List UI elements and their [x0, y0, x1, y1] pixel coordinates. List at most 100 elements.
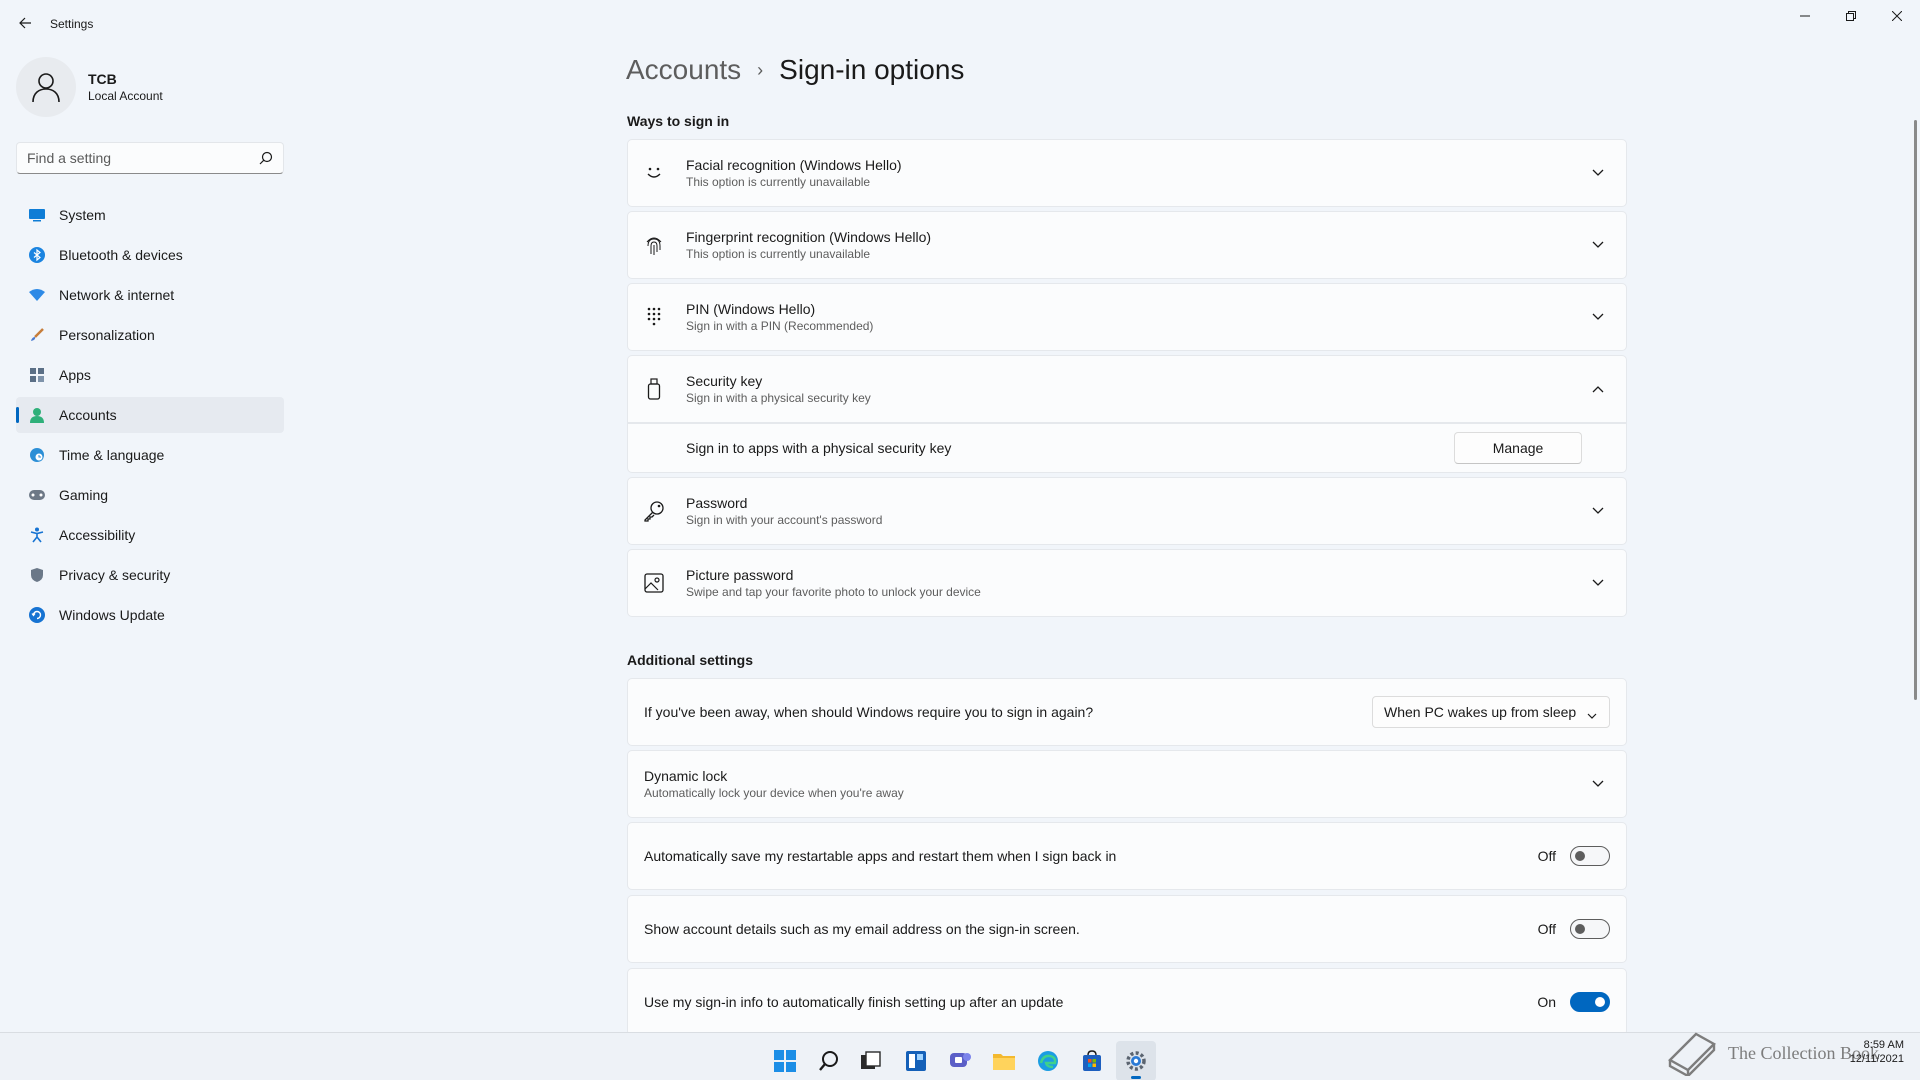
- vertical-scrollbar[interactable]: [1914, 120, 1917, 700]
- search-input[interactable]: [17, 150, 247, 166]
- security-key-row[interactable]: Security key Sign in with a physical sec…: [627, 355, 1627, 423]
- account-details-row: Show account details such as my email ad…: [627, 895, 1627, 963]
- chevron-down-icon[interactable]: [1590, 237, 1606, 253]
- row-title: Facial recognition (Windows Hello): [686, 157, 902, 173]
- page-title: Sign-in options: [779, 54, 965, 85]
- windows-start-icon[interactable]: [765, 1041, 805, 1080]
- tray-date: 12/11/2021: [1849, 1053, 1904, 1065]
- dropdown-value: When PC wakes up from sleep: [1384, 704, 1577, 720]
- sidebar-item-system[interactable]: System: [16, 197, 284, 233]
- sidebar-item-label: Accounts: [59, 407, 117, 423]
- sidebar-item-label: Privacy & security: [59, 567, 171, 583]
- shield-icon: [27, 565, 47, 585]
- sidebar-item-gaming[interactable]: Gaming: [16, 477, 284, 513]
- row-subtitle: Automatically lock your device when you'…: [644, 786, 904, 800]
- sidebar-item-label: Personalization: [59, 327, 155, 343]
- file-explorer-icon[interactable]: [984, 1041, 1024, 1080]
- sidebar-item-bluetooth[interactable]: Bluetooth & devices: [16, 237, 284, 273]
- sidebar-item-windows-update[interactable]: Windows Update: [16, 597, 284, 633]
- chevron-down-icon[interactable]: [1590, 503, 1606, 519]
- search-box[interactable]: [16, 142, 284, 174]
- settings-icon[interactable]: [1116, 1041, 1156, 1080]
- sidebar-item-accounts[interactable]: Accounts: [16, 397, 284, 433]
- key-icon: [642, 499, 666, 523]
- breadcrumb: Accounts › Sign-in options: [626, 54, 964, 86]
- chevron-down-icon[interactable]: [1590, 776, 1606, 792]
- sidebar-item-label: Time & language: [59, 447, 165, 463]
- security-key-detail: Sign in to apps with a physical security…: [627, 423, 1627, 473]
- back-arrow-icon[interactable]: [14, 12, 36, 34]
- edge-icon[interactable]: [1028, 1041, 1068, 1080]
- brush-icon: [27, 325, 47, 345]
- sidebar-item-label: Windows Update: [59, 607, 165, 623]
- user-profile[interactable]: TCB Local Account: [16, 57, 163, 117]
- dynamic-lock-row[interactable]: Dynamic lock Automatically lock your dev…: [627, 750, 1627, 818]
- sidebar-item-network[interactable]: Network & internet: [16, 277, 284, 313]
- sidebar-item-apps[interactable]: Apps: [16, 357, 284, 393]
- chevron-down-icon[interactable]: [1590, 575, 1606, 591]
- store-icon[interactable]: [1072, 1041, 1112, 1080]
- window-title: Settings: [50, 17, 94, 31]
- face-icon: [642, 161, 666, 185]
- row-title: Security key: [686, 373, 763, 389]
- toggle-row-label: Automatically save my restartable apps a…: [644, 848, 1117, 864]
- fingerprint-recognition-row[interactable]: Fingerprint recognition (Windows Hello) …: [627, 211, 1627, 279]
- task-view-icon[interactable]: [851, 1041, 891, 1080]
- title-bar: Settings: [0, 0, 1920, 48]
- signin-info-toggle[interactable]: [1570, 992, 1610, 1012]
- row-subtitle: Sign in with a physical security key: [686, 391, 871, 405]
- toggle-state-label: On: [1537, 994, 1556, 1010]
- row-subtitle: Sign in with your account's password: [686, 513, 883, 527]
- book-icon: [1668, 1032, 1716, 1076]
- sidebar-nav: System Bluetooth & devices Network & int…: [16, 197, 284, 637]
- picture-password-row[interactable]: Picture password Swipe and tap your favo…: [627, 549, 1627, 617]
- chat-icon[interactable]: [940, 1041, 980, 1080]
- row-subtitle: Swipe and tap your favorite photo to unl…: [686, 585, 981, 599]
- minimize-button[interactable]: [1782, 0, 1828, 32]
- password-row[interactable]: Password Sign in with your account's pas…: [627, 477, 1627, 545]
- sidebar-item-label: System: [59, 207, 106, 223]
- monitor-icon: [27, 205, 47, 225]
- chevron-down-icon[interactable]: [1590, 165, 1606, 181]
- toggle-row-label: Use my sign-in info to automatically fin…: [644, 994, 1064, 1010]
- section-heading-ways: Ways to sign in: [627, 113, 730, 129]
- search-icon[interactable]: [809, 1041, 849, 1080]
- toggle-state-label: Off: [1537, 848, 1556, 864]
- signin-info-row: Use my sign-in info to automatically fin…: [627, 968, 1627, 1036]
- pin-keypad-icon: [642, 305, 666, 329]
- close-button[interactable]: [1874, 0, 1920, 32]
- sidebar-item-label: Bluetooth & devices: [59, 247, 183, 263]
- sidebar-item-accessibility[interactable]: Accessibility: [16, 517, 284, 553]
- apps-icon: [27, 365, 47, 385]
- security-key-detail-label: Sign in to apps with a physical security…: [686, 440, 952, 456]
- breadcrumb-parent[interactable]: Accounts: [626, 54, 741, 86]
- person-icon: [32, 73, 60, 103]
- user-name: TCB: [88, 71, 117, 87]
- manage-button[interactable]: Manage: [1454, 432, 1582, 464]
- picture-icon: [642, 571, 666, 595]
- account-type: Local Account: [88, 89, 163, 103]
- chevron-right-icon: ›: [757, 59, 764, 80]
- sidebar-item-privacy[interactable]: Privacy & security: [16, 557, 284, 593]
- usb-key-icon: [642, 377, 666, 401]
- fingerprint-icon: [642, 233, 666, 257]
- restore-button[interactable]: [1828, 0, 1874, 32]
- account-details-toggle[interactable]: [1570, 919, 1610, 939]
- search-icon[interactable]: [259, 151, 273, 170]
- row-title: Dynamic lock: [644, 768, 728, 784]
- sidebar-item-personalization[interactable]: Personalization: [16, 317, 284, 353]
- facial-recognition-row[interactable]: Facial recognition (Windows Hello) This …: [627, 139, 1627, 207]
- pin-row[interactable]: PIN (Windows Hello) Sign in with a PIN (…: [627, 283, 1627, 351]
- sidebar-item-time-language[interactable]: Time & language: [16, 437, 284, 473]
- require-signin-dropdown[interactable]: When PC wakes up from sleep: [1372, 696, 1610, 728]
- widgets-icon[interactable]: [896, 1041, 936, 1080]
- chevron-up-icon[interactable]: [1590, 381, 1606, 397]
- system-tray-clock[interactable]: 8:59 AM 12/11/2021: [1850, 1038, 1904, 1066]
- taskbar: [0, 1032, 1920, 1080]
- require-signin-label: If you've been away, when should Windows…: [644, 704, 1094, 720]
- accessibility-icon: [27, 525, 47, 545]
- restart-apps-toggle[interactable]: [1570, 846, 1610, 866]
- globe-clock-icon: [27, 445, 47, 465]
- sidebar-item-label: Accessibility: [59, 527, 136, 543]
- chevron-down-icon[interactable]: [1590, 309, 1606, 325]
